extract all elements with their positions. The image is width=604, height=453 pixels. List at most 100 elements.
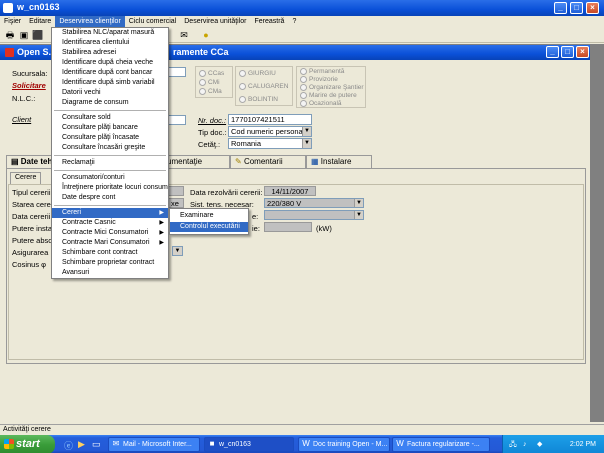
tab-label: Instalare	[320, 157, 352, 166]
mail-icon: ✉	[112, 439, 120, 448]
subtab-cerere[interactable]: Cerere	[10, 172, 42, 184]
chevron-down-icon[interactable]: ▼	[354, 199, 363, 207]
nr-doc-label: Nr. doc.:	[198, 116, 227, 125]
menu-item[interactable]: Contracte Mari Consumatori ▶	[52, 238, 168, 248]
third-select[interactable]: ▼	[264, 210, 364, 220]
radio-type[interactable]: Organizare Şantier	[300, 84, 364, 91]
menu-item-label: Datorii vechi	[62, 89, 101, 96]
taskbar-item[interactable]: W Factura regularizare -...	[392, 437, 490, 452]
sucursala-field[interactable]	[168, 67, 186, 77]
menu-item[interactable]: Cereri ▶	[52, 208, 168, 218]
menu-item[interactable]: Identificare după simb variabil	[52, 78, 168, 88]
tip-cerere-field	[168, 186, 184, 196]
menu-item[interactable]: Diagrame de consum	[52, 98, 168, 108]
menu-item-label: Contracte Mari Consumatori	[62, 239, 150, 246]
inner-close-button[interactable]: ×	[576, 46, 589, 58]
taskbar-item[interactable]: ✉ Mail - Microsoft Inter...	[108, 437, 200, 452]
radio-type[interactable]: Marire de putere	[300, 92, 357, 99]
menu-item[interactable]: Datorii vechi	[52, 88, 168, 98]
submenu-item[interactable]: Controlul executării	[170, 222, 248, 232]
desktop-quicklaunch-icon[interactable]: ▭	[92, 439, 101, 450]
menu-item[interactable]: Identificare după cheia veche	[52, 58, 168, 68]
key-icon[interactable]: ●	[200, 29, 212, 41]
chevron-right-icon: ▶	[159, 240, 164, 246]
menu-item-label: Consumatori/conturi	[62, 174, 125, 181]
save-icon[interactable]: ▣	[18, 29, 30, 41]
radio-tariff[interactable]: CMi	[199, 79, 220, 86]
tab-date-tehnice[interactable]: ▤ Date teh	[6, 155, 58, 168]
media-quicklaunch-icon[interactable]: ▶	[78, 439, 85, 450]
mail-icon[interactable]: ✉	[178, 29, 190, 41]
nr-doc-field[interactable]: 1770107421511	[228, 114, 312, 125]
field-label: Putere insta	[12, 224, 53, 233]
putere-field[interactable]	[264, 222, 312, 232]
print-icon[interactable]: 🖶	[4, 29, 16, 41]
volume-icon[interactable]: ♪	[523, 435, 527, 453]
close-button[interactable]: ×	[586, 2, 599, 14]
menu-item[interactable]: Întreţinere prioritate locuri consum	[52, 183, 168, 193]
chevron-down-icon[interactable]: ▼	[354, 211, 363, 219]
app-icon	[3, 3, 13, 13]
menu-item[interactable]: Consultare sold	[52, 113, 168, 123]
radio-type[interactable]: Permanentă	[300, 68, 344, 75]
taskbar-item[interactable]: W Doc training Open - M...	[298, 437, 390, 452]
radio-type[interactable]: Ocazională	[300, 100, 342, 107]
radio-tariff[interactable]: CCas	[199, 70, 224, 77]
submenu-item-label: Examinare	[180, 212, 214, 219]
menu-item[interactable]: Consultare plăţi încasate	[52, 133, 168, 143]
menu-item[interactable]: Identificare după cont bancar	[52, 68, 168, 78]
menu-item[interactable]: Stabilirea NLC/aparat masură	[52, 28, 168, 38]
open-icon[interactable]: ⬛	[32, 29, 44, 41]
security-icon[interactable]: ◆	[537, 435, 542, 453]
app-title: w_cn0163	[17, 2, 60, 12]
menu-item-label: Stabilirea NLC/aparat masură	[62, 29, 155, 36]
menu-item[interactable]: Stabilirea adresei	[52, 48, 168, 58]
menu-item[interactable]: Date despre cont	[52, 193, 168, 203]
cetat-select[interactable]: Romania ▼	[228, 138, 312, 149]
inner-minimize-button[interactable]: _	[546, 46, 559, 58]
menu-item[interactable]: Contracte Casnic ▶	[52, 218, 168, 228]
submenu-item[interactable]: Examinare	[170, 211, 248, 221]
asigurarea-select[interactable]: ▼	[172, 246, 183, 256]
tip-doc-select[interactable]: Cod numeric personal ▼	[228, 126, 312, 137]
taskbar-item[interactable]: ■ w_cn0163	[204, 437, 294, 452]
radio-locality[interactable]: CALUGAREN	[239, 83, 288, 90]
sist-tens-select[interactable]: 220/380 V ▼	[264, 198, 364, 208]
client-field[interactable]	[168, 115, 186, 125]
chevron-down-icon[interactable]: ▼	[302, 139, 311, 148]
menu-item[interactable]: Consultare plăţi bancare	[52, 123, 168, 133]
menu-item-label: Contracte Casnic	[62, 219, 116, 226]
tab-comentarii[interactable]: ✎ Comentarii	[230, 155, 306, 168]
menu-item[interactable]: Avansuri	[52, 268, 168, 278]
menu-item[interactable]: Contracte Mici Consumatori ▶	[52, 228, 168, 238]
menu-item-label: Consultare sold	[62, 114, 111, 121]
radio-locality[interactable]: BOLINTIN	[239, 96, 278, 103]
deservirea-clientilor-menu: Stabilirea NLC/aparat masură Identificare…	[51, 27, 169, 279]
menu-item[interactable]: Schimbare proprietar contract	[52, 258, 168, 268]
menu-item[interactable]: Reclamaţii	[52, 158, 168, 168]
radio-type[interactable]: Provizorie	[300, 76, 338, 83]
tab-documentatie[interactable]: umentaţie	[162, 155, 230, 168]
taskbar: start ⓔ ▶ ▭ ✉ Mail - Microsoft Inter... ■ w…	[0, 435, 604, 453]
menu-item-label: Consultare plăţi bancare	[62, 124, 138, 131]
inner-maximize-button[interactable]: □	[561, 46, 574, 58]
tip-doc-value: Cod numeric personal	[231, 127, 305, 136]
chevron-right-icon: ▶	[159, 220, 164, 226]
menu-item[interactable]: Identificarea clientului	[52, 38, 168, 48]
ie-quicklaunch-icon[interactable]: ⓔ	[64, 439, 73, 452]
chevron-down-icon[interactable]: ▼	[173, 247, 182, 255]
minimize-button[interactable]: _	[554, 2, 567, 14]
cetat-label: Cetăţ.:	[198, 140, 221, 149]
menu-item[interactable]: Consumatori/conturi	[52, 173, 168, 183]
maximize-button[interactable]: □	[570, 2, 583, 14]
cereri-submenu: Examinare Controlul executării	[169, 208, 249, 235]
tab-instalare[interactable]: ▦ Instalare	[306, 155, 372, 168]
radio-tariff[interactable]: CMa	[199, 88, 222, 95]
menu-item[interactable]: Consultare încasări greşite	[52, 143, 168, 153]
chevron-down-icon[interactable]: ▼	[302, 127, 311, 136]
menu-item[interactable]: Schimbare cont contract	[52, 248, 168, 258]
radio-locality[interactable]: GIURGIU	[239, 70, 276, 77]
status-bar: Activităţi cerere	[0, 424, 604, 435]
start-button[interactable]: start	[0, 435, 55, 453]
network-icon[interactable]: 🖧	[509, 435, 517, 453]
